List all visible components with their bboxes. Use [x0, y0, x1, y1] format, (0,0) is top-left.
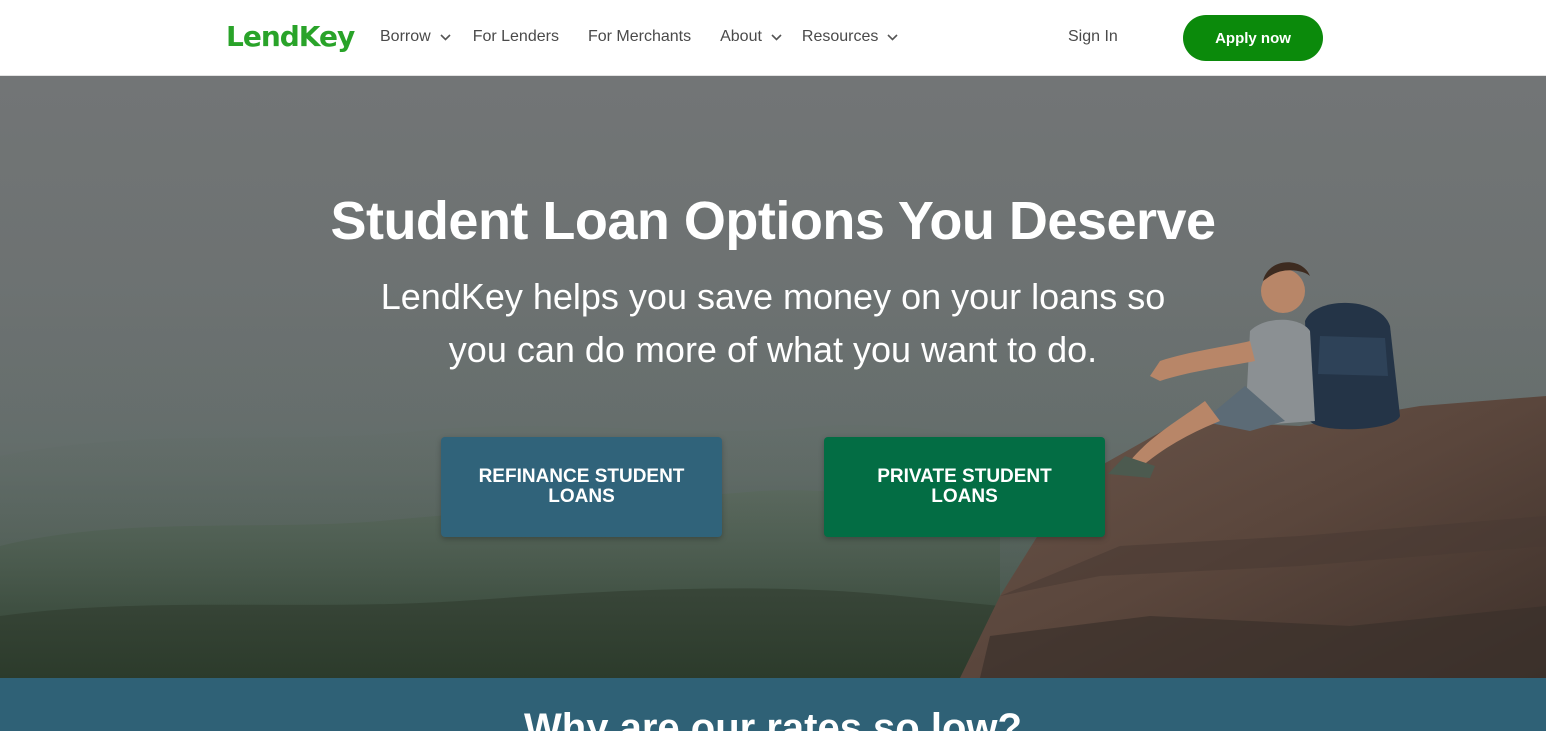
hero-subtitle: LendKey helps you save money on your loa… — [380, 276, 1166, 370]
hero-background-image — [0, 76, 1546, 678]
nav-item-label: Borrow — [380, 28, 431, 45]
sign-in-link[interactable]: Sign In — [1068, 28, 1118, 46]
nav-item-about[interactable]: About — [720, 28, 782, 46]
nav-item-borrow[interactable]: Borrow — [380, 28, 451, 46]
refinance-student-loans-button[interactable]: REFINANCE STUDENT LOANS — [441, 437, 722, 537]
nav-item-label: About — [720, 28, 762, 45]
lendkey-logo[interactable]: LendKey — [226, 20, 355, 53]
private-student-loans-button[interactable]: PRIVATE STUDENT LOANS — [824, 437, 1105, 537]
nav-item-for-merchants[interactable]: For Merchants — [588, 28, 691, 46]
why-rates-low-section: Why are our rates so low? — [0, 678, 1546, 731]
chevron-down-icon — [771, 33, 782, 41]
chevron-down-icon — [440, 33, 451, 41]
main-nav: Borrow For Lenders For Merchants About R… — [380, 28, 898, 46]
nav-item-label: For Lenders — [472, 28, 559, 45]
nav-item-for-lenders[interactable]: For Lenders — [473, 28, 559, 46]
nav-item-label: For Merchants — [587, 28, 692, 45]
hero-title: Student Loan Options You Deserve — [330, 191, 1216, 251]
hero-section: Student Loan Options You Deserve LendKey… — [0, 76, 1546, 678]
nav-item-resources[interactable]: Resources — [802, 28, 898, 46]
chevron-down-icon — [887, 33, 898, 41]
section-title: Why are our rates so low? — [524, 706, 1022, 731]
nav-item-label: Resources — [801, 28, 879, 45]
site-header: LendKey Borrow For Lenders For Merchants… — [0, 0, 1546, 76]
apply-now-button[interactable]: Apply now — [1183, 15, 1323, 61]
